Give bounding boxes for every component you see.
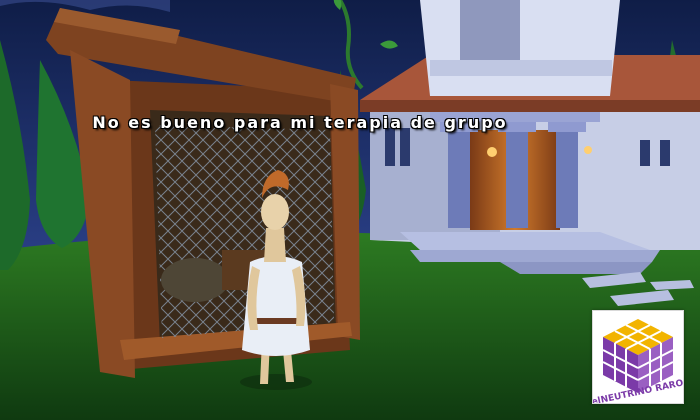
tower-balcony [430,60,612,76]
character-head [261,194,289,230]
wall-lamp [487,147,497,157]
entry-steps [410,250,660,262]
sack [161,258,229,302]
dialogue-subtitle: No es bueno para mi terapia de grupo [92,113,508,132]
wall-lamp [584,146,592,154]
game-viewport[interactable]: No es bueno para mi terapia de grupo elN… [0,0,700,420]
column [448,130,470,228]
watermark-logo: elNEUTRINO RARO [592,310,684,404]
villa-window [400,128,410,166]
villa-tower-shade [460,0,520,70]
villa-roof-edge [360,100,700,112]
character-neck [264,228,286,262]
column [506,130,528,228]
character-shadow [240,374,312,390]
villa-window [660,140,670,166]
villa-window [640,140,650,166]
entry-steps [500,262,652,274]
chicken-wire-fence [155,125,334,338]
villa-window [385,128,395,166]
column [556,130,578,228]
cube-logo-icon: elNEUTRINO RARO [593,319,683,403]
